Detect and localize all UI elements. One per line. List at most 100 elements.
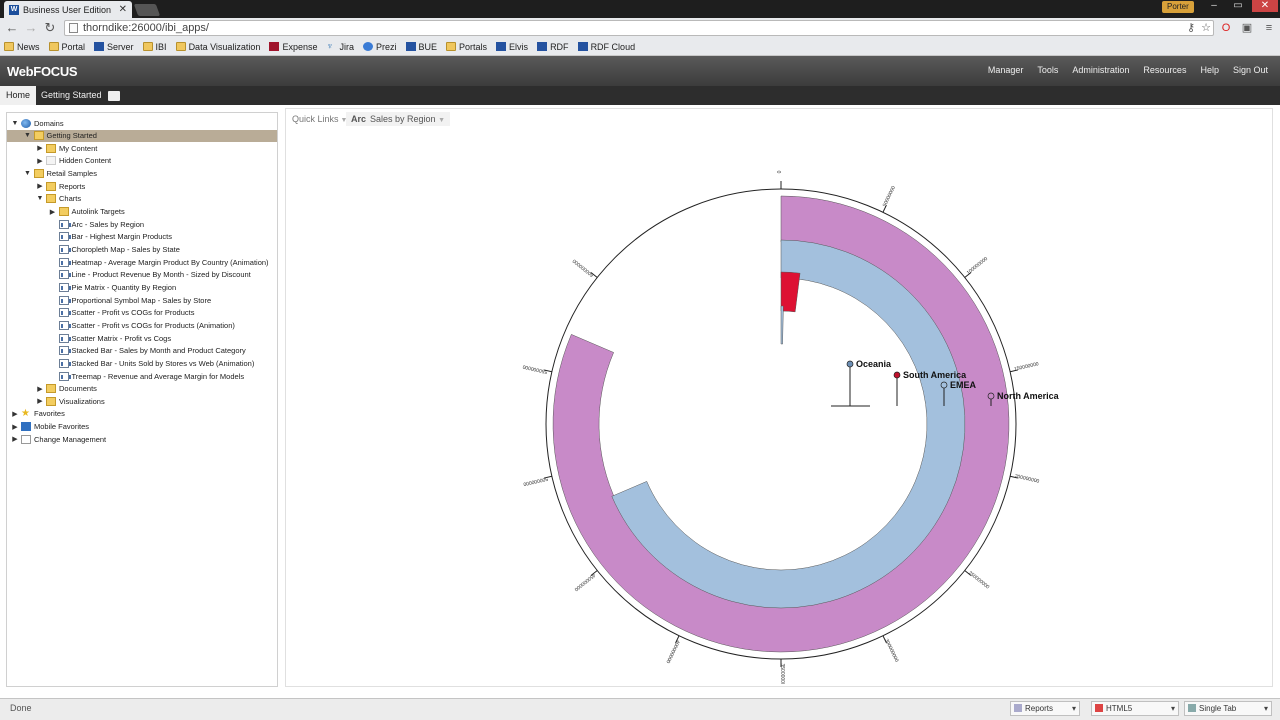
collapsed-arrow-icon[interactable]: ▶ [36,182,44,190]
tree-item[interactable]: Line - Product Revenue By Month - Sized … [7,269,277,281]
collapsed-arrow-icon[interactable]: ▶ [11,423,19,431]
chart-icon [58,232,71,242]
tab-arc-sales-by-region[interactable]: Arc Sales by Region ▼ [346,112,451,126]
prezi-icon [363,42,373,51]
collapsed-arrow-icon[interactable]: ▶ [36,157,44,165]
collapsed-arrow-icon[interactable]: ▶ [36,397,44,405]
menu-manager[interactable]: Manager [988,65,1024,75]
quick-links-menu[interactable]: Quick Links ▼ [292,114,347,124]
tree-item[interactable]: Treemap - Revenue and Average Margin for… [7,370,277,382]
format-select[interactable]: HTML5 [1091,701,1179,716]
tree-item[interactable]: Heatmap - Average Margin Product By Coun… [7,256,277,268]
tree-item[interactable]: Scatter - Profit vs COGs for Products [7,307,277,319]
tree-item[interactable]: Bar - Highest Margin Products [7,231,277,243]
tree-item[interactable]: ▶ Documents [7,383,277,395]
menu-resources[interactable]: Resources [1143,65,1186,75]
collapsed-arrow-icon[interactable]: ▶ [11,410,19,418]
bookmark-item[interactable]: BUE [405,42,437,52]
tree-item[interactable]: ▶ Mobile Favorites [7,421,277,433]
user-profile-badge[interactable]: Porter [1162,1,1194,13]
extension-icon[interactable]: ▣ [1240,21,1254,35]
tree-item-label: Scatter - Profit vs COGs for Products (A… [71,320,235,330]
bookmark-item[interactable]: ♆ Jira [326,42,354,52]
tree-item[interactable]: ▶ ★ Favorites [7,408,277,420]
tree-item[interactable]: Stacked Bar - Units Sold by Stores vs We… [7,357,277,369]
arc-oceania[interactable] [780,305,784,345]
tree-item[interactable]: ▶ Autolink Targets [7,206,277,218]
expanded-arrow-icon[interactable]: ▼ [36,195,44,202]
maximize-icon[interactable]: ▭ [1226,0,1250,12]
reload-icon[interactable]: ↻ [42,20,58,36]
tree-item[interactable]: ▼ Retail Samples [7,168,277,180]
tree-item[interactable]: ▶ Reports [7,180,277,192]
collapsed-arrow-icon[interactable]: ▶ [36,385,44,393]
tree-item[interactable]: Scatter - Profit vs COGs for Products (A… [7,319,277,331]
new-page-icon[interactable] [108,91,120,101]
collapsed-arrow-icon[interactable]: ▶ [49,208,57,216]
address-bar[interactable]: thorndike:26000/ibi_apps/ [64,20,1214,36]
tree-item[interactable]: ▶ Hidden Content [7,155,277,167]
forward-icon[interactable]: → [23,20,39,36]
bookmark-item[interactable]: RDF Cloud [577,42,635,52]
bookmark-item[interactable]: Portals [446,42,487,52]
tree-item[interactable]: ▼ Getting Started [7,129,277,142]
html5-icon [1095,704,1103,712]
tree-item[interactable]: Stacked Bar - Sales by Month and Product… [7,345,277,357]
bookmark-item[interactable]: IBI [142,42,167,52]
back-icon[interactable]: ← [4,20,20,36]
minimize-icon[interactable]: – [1202,0,1226,12]
bookmark-item[interactable]: RDF [537,42,569,52]
menu-icon[interactable]: ≡ [1262,21,1276,35]
new-tab-button[interactable] [133,4,161,16]
tab-home[interactable]: Home [0,86,37,105]
tick-label: 250000000 [967,570,990,590]
bookmark-item[interactable]: News [4,42,40,52]
tab-getting-started[interactable]: Getting Started [35,86,108,105]
tab-close-icon[interactable]: ✕ [119,4,127,15]
bookmark-item[interactable]: Server [94,42,134,52]
bookmark-label: Prezi [376,41,397,52]
folder-icon [33,131,44,141]
expanded-arrow-icon[interactable]: ▼ [24,170,32,177]
arc-chart: 0 50000000 100000000 150000000 200000000 2500… [522,170,1060,684]
tree-item[interactable]: ▶ My Content [7,142,277,154]
bookmark-star-icon[interactable]: ☆ [1199,21,1213,35]
tree-item[interactable]: Choropleth Map - Sales by State [7,244,277,256]
expanded-arrow-icon[interactable]: ▼ [24,132,32,139]
tree-item[interactable]: ▶ Change Management [7,433,277,445]
tree-item[interactable]: ▶ Visualizations [7,395,277,407]
tick-label: 550000000 [522,363,548,374]
tree-item-label: Reports [59,181,86,191]
menu-help[interactable]: Help [1200,65,1219,75]
tree-item[interactable]: Scatter Matrix - Profit vs Cogs [7,332,277,344]
opera-icon[interactable]: O [1219,21,1233,35]
legend-pin-dot [987,392,995,400]
bookmark-item[interactable]: Expense [269,42,317,52]
bookmark-item[interactable]: Prezi [363,42,397,52]
tree-item[interactable]: ▼ Charts [7,193,277,205]
arc-south-america[interactable] [780,271,801,313]
menu-tools[interactable]: Tools [1037,65,1058,75]
bookmark-item[interactable]: Elvis [496,42,528,52]
window-close-icon[interactable]: ✕ [1252,0,1278,12]
menu-sign-out[interactable]: Sign Out [1233,65,1268,75]
tree-item[interactable]: Proportional Symbol Map - Sales by Store [7,294,277,306]
tree-item-label: Documents [59,384,97,394]
output-select[interactable]: Single Tab [1184,701,1272,716]
reports-select-label: Reports [1025,704,1054,713]
webfocus-icon [496,42,507,51]
collapsed-arrow-icon[interactable]: ▶ [36,144,44,152]
bookmark-item[interactable]: Portal [48,42,85,52]
tree-item[interactable]: Pie Matrix - Quantity By Region [7,281,277,293]
collapsed-arrow-icon[interactable]: ▶ [11,435,19,443]
expense-icon [269,42,280,51]
menu-administration[interactable]: Administration [1072,65,1129,75]
expanded-arrow-icon[interactable]: ▼ [11,120,19,127]
key-icon[interactable]: ⚷ [1184,21,1198,35]
bookmark-item[interactable]: Data Visualization [175,42,260,52]
chart-icon [58,358,71,368]
tree-item[interactable]: ▼ Domains [7,117,277,129]
tree-item[interactable]: Arc - Sales by Region [7,218,277,230]
browser-tab[interactable]: W Business User Edition ✕ [4,1,132,18]
reports-select[interactable]: Reports [1010,701,1080,716]
